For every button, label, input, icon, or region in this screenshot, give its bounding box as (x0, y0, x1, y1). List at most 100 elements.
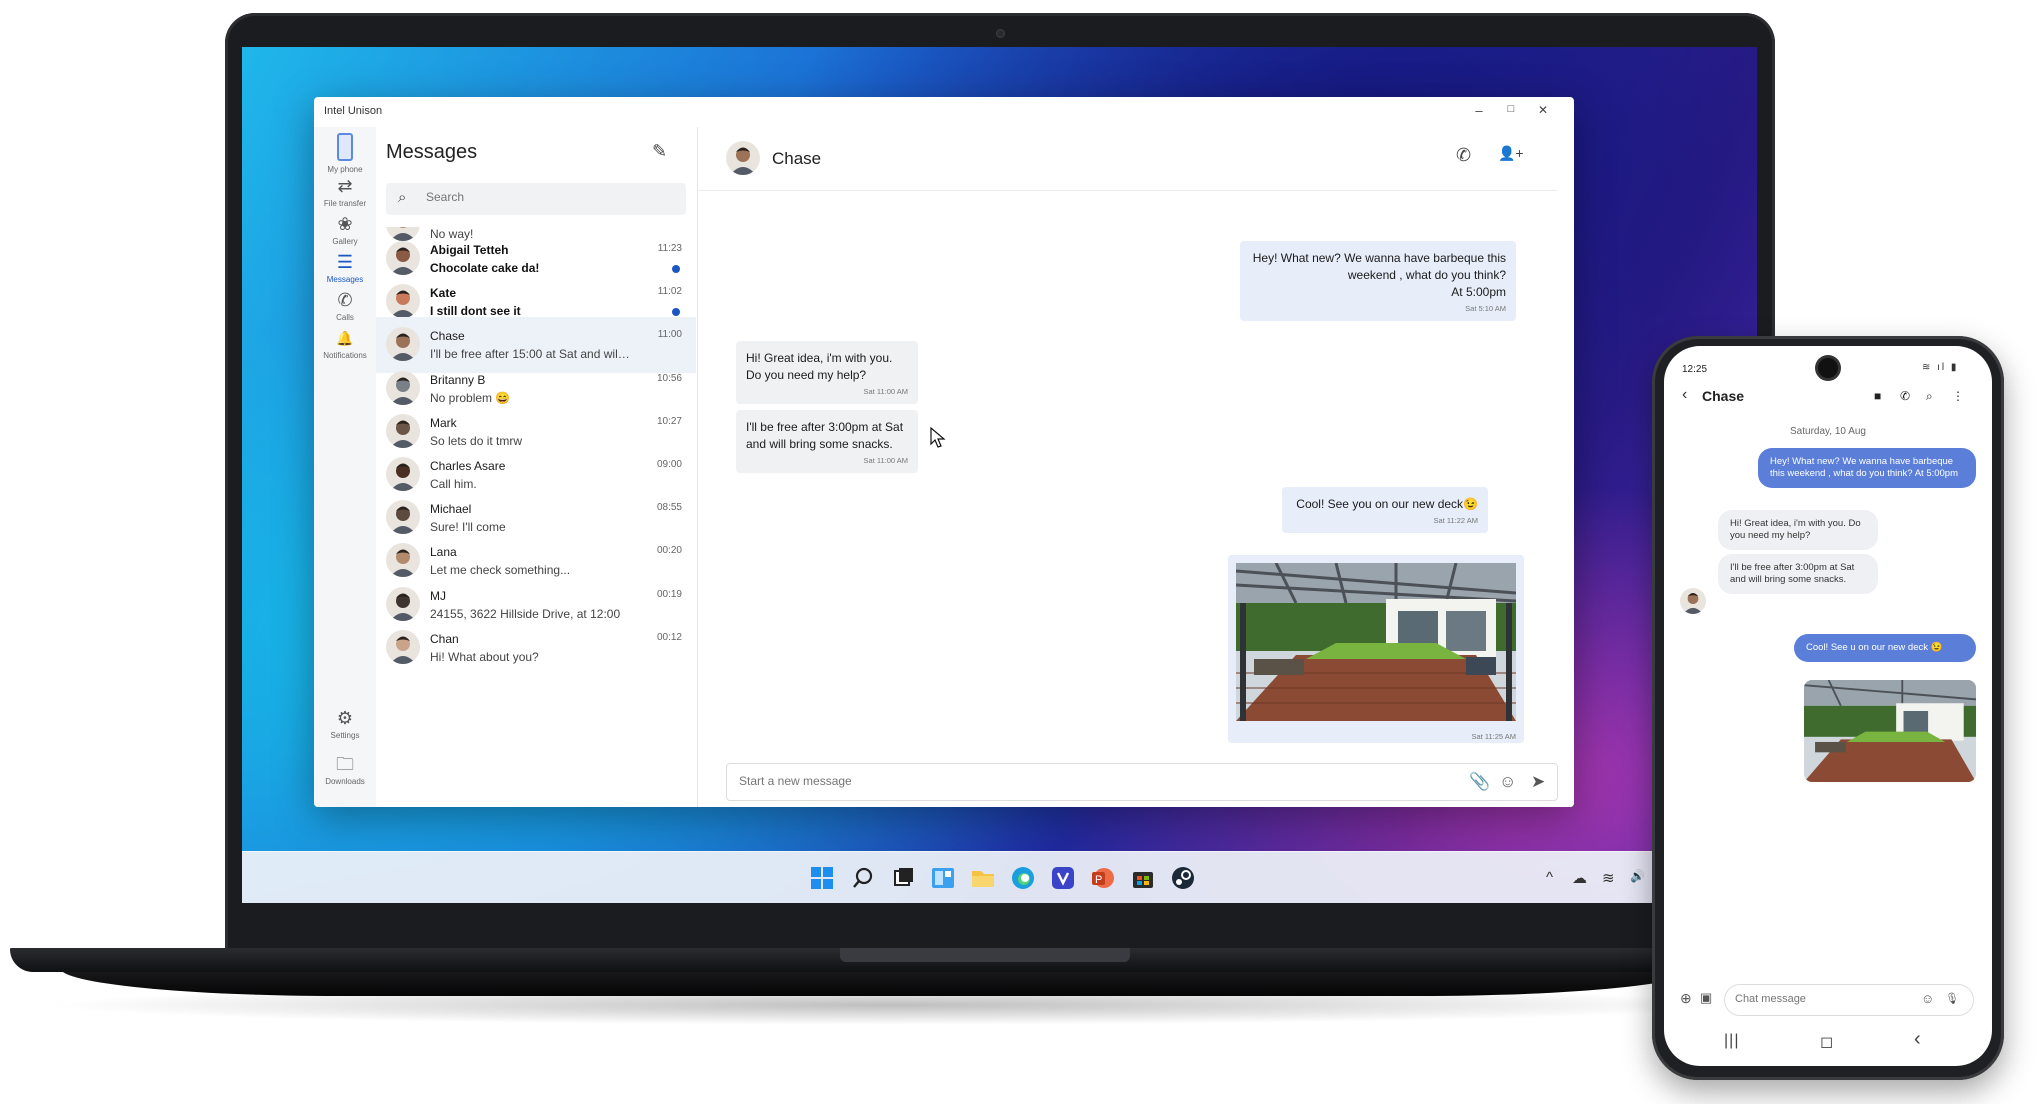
rail-settings[interactable]: ⚙ Settings (314, 707, 376, 740)
conversation-time: 08:55 (656, 502, 682, 514)
send-icon[interactable]: ➤ (1531, 772, 1545, 792)
mouse-cursor-icon (930, 427, 946, 448)
new-message-icon[interactable]: ✎ (652, 141, 667, 162)
tray-chevron-icon[interactable]: ^ (1546, 869, 1553, 886)
conversation-preview: Let me check something... (430, 563, 571, 578)
phone-search-icon[interactable]: ⌕ (1926, 389, 1933, 404)
rail-label: Settings (330, 731, 360, 740)
folder-icon: 🗀 (336, 754, 354, 774)
phone-chat-input[interactable] (1735, 993, 1905, 1005)
photo-message[interactable]: Sat 11:25 AM (1228, 555, 1524, 743)
more-options-icon[interactable]: ⋮ (1952, 389, 1964, 403)
message-text: I'll be free after 3:00pm at Sat and wil… (746, 420, 904, 451)
onedrive-icon[interactable]: ☁ (1572, 869, 1587, 887)
phone-input-bar: ⊕ ▣ ☺ 🎙 (1680, 982, 1976, 1016)
search-box[interactable]: ⌕ (386, 183, 686, 215)
avatar (386, 543, 420, 578)
conversation-item[interactable]: Chan Hi! What about you? 00:12 (376, 620, 696, 676)
front-camera (1818, 358, 1838, 378)
message-time: Sat 11:25 AM (1471, 732, 1516, 741)
emoji-icon[interactable]: ☺ (1499, 772, 1516, 792)
back-arrow-icon[interactable]: ‹ (1682, 386, 1687, 404)
search-input[interactable] (426, 190, 666, 204)
phone-chat-field[interactable]: ☺ 🎙 (1724, 984, 1974, 1016)
file-explorer-icon[interactable] (970, 865, 996, 891)
phone-contact-name: Chase (1702, 388, 1745, 404)
message-input[interactable] (739, 774, 1419, 788)
rail-messages[interactable]: ☰ Messages (314, 251, 376, 284)
chat-contact-name: Chase (772, 149, 822, 168)
avatar (386, 284, 420, 319)
conversation-preview: Call him. (430, 477, 477, 491)
conversation-time: 11:23 (657, 243, 682, 254)
rail-downloads[interactable]: 🗀 Downloads (314, 753, 376, 786)
conversation-name: MJ (430, 588, 446, 603)
maximize-button[interactable]: □ (1496, 103, 1526, 115)
task-view-icon[interactable] (890, 865, 916, 891)
phone-deck-photo[interactable] (1804, 680, 1976, 782)
messages-icon: ☰ (336, 252, 354, 272)
conversation-list-pane: Messages ✎ ⌕ No way!Abigail TettehChocol… (376, 127, 698, 807)
bell-icon: 🔔 (336, 330, 354, 346)
store-icon[interactable] (1130, 865, 1156, 891)
phone-call-icon[interactable]: ✆ (1900, 389, 1910, 403)
widgets-icon[interactable] (930, 865, 956, 891)
rail-gallery[interactable]: ❀ Gallery (314, 213, 376, 246)
attach-icon[interactable]: 📎 (1469, 772, 1490, 792)
phone-message-bubble: Hey! What new? We wanna have barbeque th… (1758, 448, 1976, 488)
unread-dot (672, 265, 680, 273)
wifi-icon[interactable]: ≋ (1602, 869, 1615, 887)
search-icon[interactable] (850, 865, 876, 891)
recent-apps-icon[interactable]: ||| (1724, 1032, 1739, 1050)
call-icon[interactable]: ✆ (1456, 145, 1471, 166)
powerpoint-icon[interactable]: P (1090, 865, 1116, 891)
back-icon[interactable]: ‹ (1914, 1028, 1921, 1051)
close-button[interactable]: ✕ (1528, 103, 1558, 117)
message-time: Sat 11:00 AM (863, 387, 908, 396)
conversation-time: 10:27 (656, 415, 682, 427)
conversation-preview: I still dont see it (430, 304, 521, 319)
message-bubble: Hey! What new? We wanna have barbeque th… (1240, 241, 1516, 321)
message-text: Cool! See you on our new deck😉 (1296, 497, 1478, 511)
conversation-name: Chase (430, 329, 465, 344)
start-icon[interactable] (809, 865, 835, 891)
add-icon[interactable]: ⊕ (1680, 990, 1692, 1007)
unison-window: Intel Unison – □ ✕ My phone ⇄ File trans… (314, 97, 1574, 807)
gallery-icon[interactable]: ▣ (1700, 990, 1712, 1006)
conversation-preview: So lets do it tmrw (430, 433, 523, 448)
mic-icon[interactable]: 🎙 (1945, 992, 1959, 1005)
home-icon[interactable]: ◻ (1820, 1032, 1833, 1052)
minimize-button[interactable]: – (1464, 103, 1494, 118)
conversation-list: No way! Abigail Tetteh Chocolate cake da! 1… (376, 227, 698, 807)
edge-icon[interactable] (1010, 865, 1036, 891)
search-icon: ⌕ (398, 189, 407, 206)
phone-message-bubble: Hi! Great idea, i'm with you. Do you nee… (1718, 510, 1878, 550)
laptop-foot (60, 968, 1700, 996)
conversation-name: Lana (430, 545, 457, 560)
rail-notifications[interactable]: 🔔 Notifications (314, 327, 376, 360)
message-text: Hi! Great idea, i'm with you. Do you nee… (746, 351, 893, 382)
window-title: Intel Unison (324, 105, 383, 117)
rail-calls[interactable]: ✆ Calls (314, 289, 376, 322)
steam-icon[interactable] (1170, 865, 1196, 891)
emoji-icon[interactable]: ☺ (1921, 991, 1934, 1006)
laptop-screen: Intel Unison – □ ✕ My phone ⇄ File trans… (242, 47, 1757, 903)
message-bubble: Cool! See you on our new deck😉 Sat 11:22… (1282, 487, 1488, 533)
conversation-name: Britanny B (430, 372, 486, 387)
rail-my-phone[interactable]: My phone (314, 133, 376, 174)
rail-file-transfer[interactable]: ⇄ File transfer (314, 175, 376, 208)
compose-box[interactable]: 📎 ☺ ➤ (726, 763, 1558, 801)
unison-app-icon[interactable] (1050, 865, 1076, 891)
add-person-icon[interactable]: 👤+ (1498, 145, 1524, 162)
avatar (386, 241, 420, 275)
avatar (386, 413, 420, 448)
conversation-name: Abigail Tetteh (430, 243, 509, 257)
phone-message-bubble: Cool! See u on our new deck 😉 (1794, 634, 1976, 662)
phone-icon (337, 133, 353, 161)
deck-photo[interactable] (1236, 563, 1516, 721)
volume-icon[interactable]: 🔊 (1630, 869, 1645, 883)
rail-label: My phone (327, 165, 363, 174)
avatar (386, 457, 420, 491)
video-call-icon[interactable]: ■ (1874, 389, 1881, 403)
avatar (726, 141, 760, 175)
